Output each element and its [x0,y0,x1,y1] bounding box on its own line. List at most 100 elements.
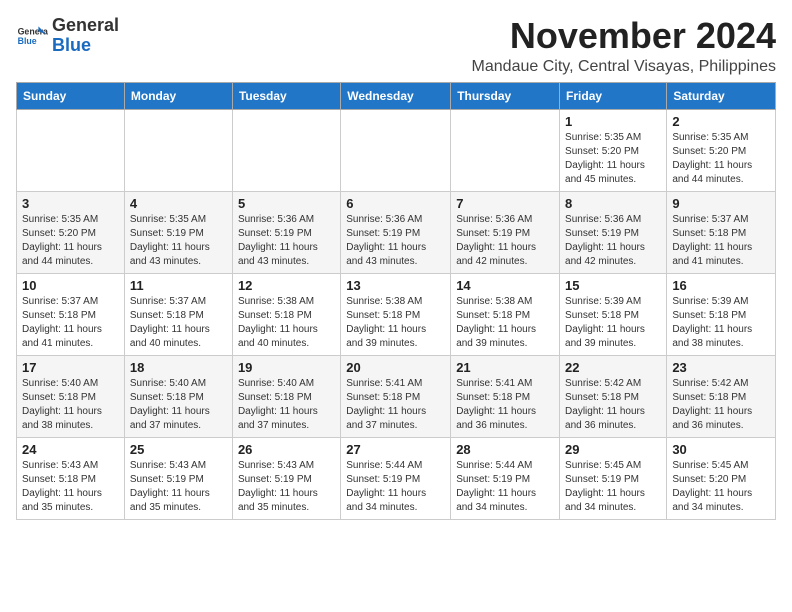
day-number: 30 [672,442,770,457]
calendar-cell: 22 Sunrise: 5:42 AM Sunset: 5:18 PM Dayli… [560,355,667,437]
day-number: 17 [22,360,119,375]
day-info: Sunrise: 5:39 AM Sunset: 5:18 PM Dayligh… [565,295,661,351]
header-saturday: Saturday [667,82,776,109]
calendar-cell: 27 Sunrise: 5:44 AM Sunset: 5:19 PM Dayli… [341,437,451,519]
week-row-5: 24Sunrise: 5:43 AM Sunset: 5:18 PM Dayli… [17,437,776,519]
day-info: Sunrise: 5:40 AM Sunset: 5:18 PM Dayligh… [22,377,119,433]
day-number: 4 [130,196,227,211]
day-info: Sunrise: 5:43 AM Sunset: 5:19 PM Dayligh… [130,459,227,515]
day-number: 10 [22,278,119,293]
calendar-cell: 5 Sunrise: 5:36 AM Sunset: 5:19 PM Daylig… [232,191,340,273]
calendar-cell: 6 Sunrise: 5:36 AM Sunset: 5:19 PM Daylig… [341,191,451,273]
calendar-cell: 25 Sunrise: 5:43 AM Sunset: 5:19 PM Dayli… [124,437,232,519]
week-row-2: 3 Sunrise: 5:35 AM Sunset: 5:20 PM Daylig… [17,191,776,273]
day-number: 25 [130,442,227,457]
day-info: Sunrise: 5:39 AM Sunset: 5:18 PM Dayligh… [672,295,770,351]
day-number: 3 [22,196,119,211]
day-number: 11 [130,278,227,293]
calendar-cell: 15Sunrise: 5:39 AM Sunset: 5:18 PM Dayli… [560,273,667,355]
day-info: Sunrise: 5:43 AM Sunset: 5:19 PM Dayligh… [238,459,335,515]
day-number: 7 [456,196,554,211]
calendar-cell: 8Sunrise: 5:36 AM Sunset: 5:19 PM Daylig… [560,191,667,273]
day-number: 12 [238,278,335,293]
day-number: 1 [565,114,661,129]
week-row-1: 1 Sunrise: 5:35 AM Sunset: 5:20 PM Daylig… [17,109,776,191]
calendar-cell: 4 Sunrise: 5:35 AM Sunset: 5:19 PM Daylig… [124,191,232,273]
day-info: Sunrise: 5:36 AM Sunset: 5:19 PM Dayligh… [346,213,445,269]
day-number: 20 [346,360,445,375]
calendar-cell: 26 Sunrise: 5:43 AM Sunset: 5:19 PM Dayli… [232,437,340,519]
day-info: Sunrise: 5:38 AM Sunset: 5:18 PM Dayligh… [346,295,445,351]
calendar-cell: 10 Sunrise: 5:37 AM Sunset: 5:18 PM Dayli… [17,273,125,355]
day-number: 24 [22,442,119,457]
day-number: 9 [672,196,770,211]
day-info: Sunrise: 5:37 AM Sunset: 5:18 PM Dayligh… [672,213,770,269]
calendar-cell: 28Sunrise: 5:44 AM Sunset: 5:19 PM Dayli… [451,437,560,519]
calendar-cell [124,109,232,191]
svg-text:Blue: Blue [18,36,37,46]
day-number: 18 [130,360,227,375]
calendar-cell [451,109,560,191]
day-number: 29 [565,442,661,457]
logo: General Blue General Blue [16,16,119,56]
header-thursday: Thursday [451,82,560,109]
day-number: 2 [672,114,770,129]
day-info: Sunrise: 5:41 AM Sunset: 5:18 PM Dayligh… [346,377,445,433]
logo-general-text: General [52,15,119,35]
header-monday: Monday [124,82,232,109]
calendar-cell: 9 Sunrise: 5:37 AM Sunset: 5:18 PM Daylig… [667,191,776,273]
logo-icon: General Blue [16,20,48,52]
svg-text:General: General [18,26,48,36]
day-number: 13 [346,278,445,293]
day-number: 16 [672,278,770,293]
week-row-4: 17 Sunrise: 5:40 AM Sunset: 5:18 PM Dayli… [17,355,776,437]
day-number: 26 [238,442,335,457]
day-info: Sunrise: 5:35 AM Sunset: 5:20 PM Dayligh… [565,131,661,187]
day-number: 27 [346,442,445,457]
calendar-cell: 21Sunrise: 5:41 AM Sunset: 5:18 PM Dayli… [451,355,560,437]
header-tuesday: Tuesday [232,82,340,109]
calendar-cell: 17 Sunrise: 5:40 AM Sunset: 5:18 PM Dayli… [17,355,125,437]
calendar-cell: 23Sunrise: 5:42 AM Sunset: 5:18 PM Dayli… [667,355,776,437]
day-info: Sunrise: 5:36 AM Sunset: 5:19 PM Dayligh… [238,213,335,269]
calendar-cell [232,109,340,191]
calendar-cell: 13 Sunrise: 5:38 AM Sunset: 5:18 PM Dayli… [341,273,451,355]
calendar-cell: 24Sunrise: 5:43 AM Sunset: 5:18 PM Dayli… [17,437,125,519]
calendar-cell: 20 Sunrise: 5:41 AM Sunset: 5:18 PM Dayli… [341,355,451,437]
header-sunday: Sunday [17,82,125,109]
day-number: 22 [565,360,661,375]
header-friday: Friday [560,82,667,109]
day-info: Sunrise: 5:35 AM Sunset: 5:20 PM Dayligh… [672,131,770,187]
day-info: Sunrise: 5:44 AM Sunset: 5:19 PM Dayligh… [346,459,445,515]
logo-blue-text: Blue [52,35,91,55]
day-info: Sunrise: 5:40 AM Sunset: 5:18 PM Dayligh… [238,377,335,433]
location-title: Mandauе City, Central Visayas, Philippin… [472,58,776,76]
title-block: November 2024 Mandauе City, Central Visa… [472,16,776,76]
day-info: Sunrise: 5:38 AM Sunset: 5:18 PM Dayligh… [456,295,554,351]
calendar-cell: 1 Sunrise: 5:35 AM Sunset: 5:20 PM Daylig… [560,109,667,191]
weekday-header-row: Sunday Monday Tuesday Wednesday Thursday… [17,82,776,109]
day-info: Sunrise: 5:42 AM Sunset: 5:18 PM Dayligh… [565,377,661,433]
day-info: Sunrise: 5:35 AM Sunset: 5:19 PM Dayligh… [130,213,227,269]
day-info: Sunrise: 5:37 AM Sunset: 5:18 PM Dayligh… [22,295,119,351]
week-row-3: 10 Sunrise: 5:37 AM Sunset: 5:18 PM Dayli… [17,273,776,355]
calendar-cell: 14Sunrise: 5:38 AM Sunset: 5:18 PM Dayli… [451,273,560,355]
day-number: 23 [672,360,770,375]
calendar-cell: 29 Sunrise: 5:45 AM Sunset: 5:19 PM Dayli… [560,437,667,519]
day-number: 5 [238,196,335,211]
calendar-cell [341,109,451,191]
calendar-cell [17,109,125,191]
calendar-table: Sunday Monday Tuesday Wednesday Thursday… [16,82,776,520]
calendar-cell: 7 Sunrise: 5:36 AM Sunset: 5:19 PM Daylig… [451,191,560,273]
day-number: 19 [238,360,335,375]
day-number: 6 [346,196,445,211]
day-info: Sunrise: 5:35 AM Sunset: 5:20 PM Dayligh… [22,213,119,269]
header-wednesday: Wednesday [341,82,451,109]
day-info: Sunrise: 5:37 AM Sunset: 5:18 PM Dayligh… [130,295,227,351]
calendar-cell: 30Sunrise: 5:45 AM Sunset: 5:20 PM Dayli… [667,437,776,519]
day-info: Sunrise: 5:36 AM Sunset: 5:19 PM Dayligh… [456,213,554,269]
day-info: Sunrise: 5:38 AM Sunset: 5:18 PM Dayligh… [238,295,335,351]
day-info: Sunrise: 5:45 AM Sunset: 5:19 PM Dayligh… [565,459,661,515]
calendar-cell: 11 Sunrise: 5:37 AM Sunset: 5:18 PM Dayli… [124,273,232,355]
day-number: 8 [565,196,661,211]
